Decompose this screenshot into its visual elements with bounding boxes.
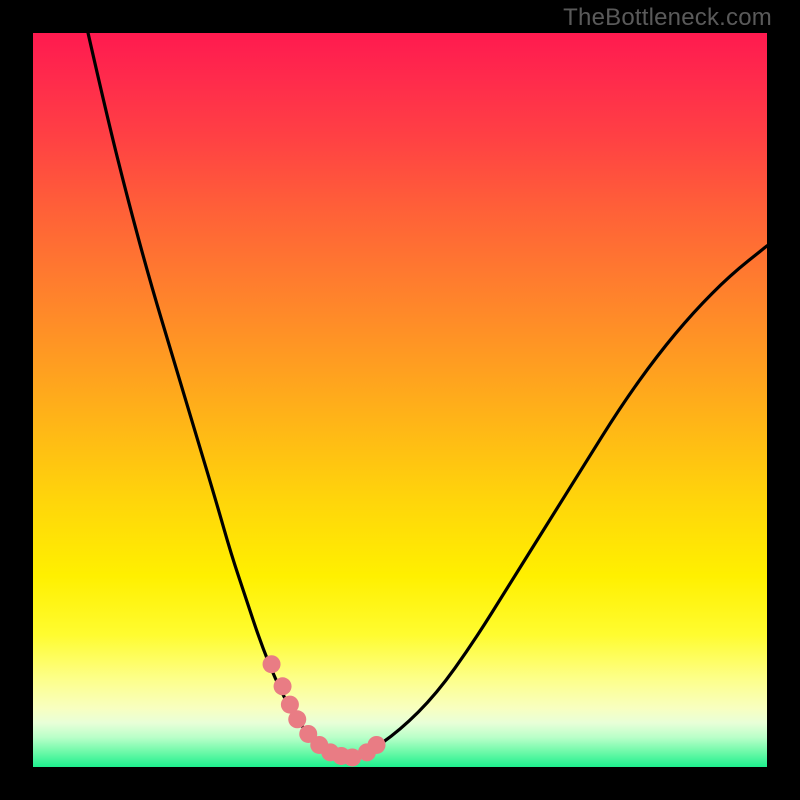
highlight-dots [263, 655, 386, 766]
plot-area [33, 33, 767, 767]
bottleneck-curve [88, 33, 767, 759]
highlight-dot [274, 677, 292, 695]
highlight-dot [368, 736, 386, 754]
highlight-dot [263, 655, 281, 673]
chart-svg [33, 33, 767, 767]
watermark-text: TheBottleneck.com [563, 4, 772, 32]
highlight-dot [288, 710, 306, 728]
chart-container: TheBottleneck.com [0, 0, 800, 800]
